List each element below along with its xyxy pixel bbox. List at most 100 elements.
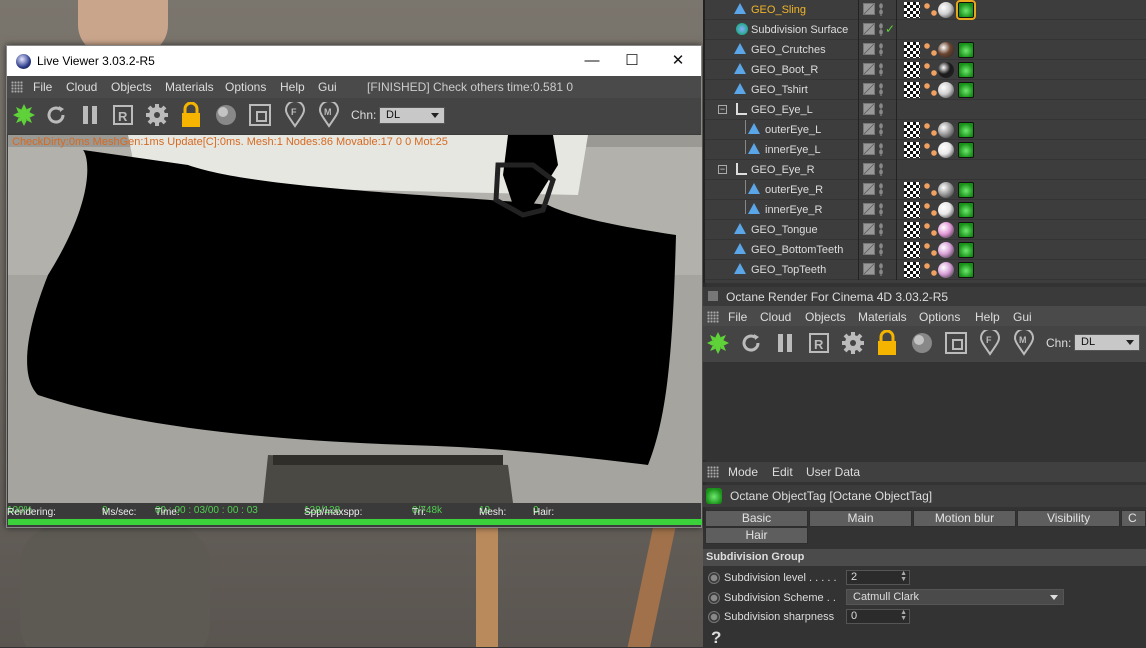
grip-icon[interactable]: [707, 466, 719, 478]
material-tag-icon[interactable]: [938, 62, 954, 78]
visibility-dots-icon[interactable]: [879, 143, 883, 156]
grip-icon[interactable]: [707, 311, 719, 323]
visibility-dots-icon[interactable]: [879, 183, 883, 196]
visibility-dots-icon[interactable]: [879, 3, 883, 16]
grip-icon[interactable]: [11, 81, 23, 93]
object-row[interactable]: GEO_TopTeeth: [705, 260, 1146, 280]
object-name[interactable]: innerEye_R: [765, 204, 822, 216]
octane-object-tag-icon[interactable]: [958, 262, 974, 278]
visibility-dots-icon[interactable]: [879, 263, 883, 276]
restart-icon[interactable]: [43, 102, 69, 128]
tab-basic[interactable]: Basic: [705, 510, 808, 527]
visibility-dots-icon[interactable]: [879, 103, 883, 116]
layer-icon[interactable]: [863, 143, 875, 155]
object-name[interactable]: GEO_Boot_R: [751, 64, 818, 76]
channel-select[interactable]: DL: [379, 107, 445, 124]
layer-icon[interactable]: [863, 123, 875, 135]
layer-icon[interactable]: [863, 263, 875, 275]
object-row[interactable]: − GEO_Eye_R: [705, 160, 1146, 180]
channel-select[interactable]: DL: [1074, 334, 1140, 351]
compositing-tag-icon[interactable]: [923, 42, 939, 58]
texture-tag-icon[interactable]: [904, 262, 920, 278]
stepper-arrows-icon[interactable]: ▲ ▼: [900, 570, 907, 583]
minimize-button[interactable]: —: [572, 50, 612, 72]
render-view[interactable]: CheckDirty:0ms MeshGen:1ms Update[C]:0ms…: [8, 135, 702, 503]
octane-object-tag-icon[interactable]: [958, 202, 974, 218]
octane-object-tag-icon[interactable]: [958, 42, 974, 58]
object-name[interactable]: Subdivision Surface: [751, 24, 848, 36]
menu-objects[interactable]: Objects: [111, 80, 152, 94]
menu-options[interactable]: Options: [225, 80, 266, 94]
pin-m-icon[interactable]: M: [1011, 330, 1037, 356]
texture-tag-icon[interactable]: [904, 202, 920, 218]
material-tag-icon[interactable]: [938, 42, 954, 58]
oc-menu-options[interactable]: Options: [919, 310, 960, 324]
layer-icon[interactable]: [863, 103, 875, 115]
layer-icon[interactable]: [863, 243, 875, 255]
octane-object-tag-icon[interactable]: [958, 222, 974, 238]
object-name[interactable]: GEO_Tshirt: [751, 84, 808, 96]
texture-tag-icon[interactable]: [904, 62, 920, 78]
layer-icon[interactable]: [863, 63, 875, 75]
panel-menu-icon[interactable]: [708, 291, 718, 301]
object-row[interactable]: outerEye_L: [705, 120, 1146, 140]
close-button[interactable]: ✕: [658, 50, 698, 72]
material-tag-icon[interactable]: [938, 142, 954, 158]
texture-tag-icon[interactable]: [904, 82, 920, 98]
pin-f-icon[interactable]: F: [282, 102, 308, 128]
enabled-check-icon[interactable]: ✓: [885, 22, 895, 36]
visibility-dots-icon[interactable]: [879, 43, 883, 56]
object-name[interactable]: GEO_BottomTeeth: [751, 244, 843, 256]
subdivision-scheme-select[interactable]: Catmull Clark: [846, 589, 1064, 605]
compositing-tag-icon[interactable]: [923, 2, 939, 18]
object-name[interactable]: GEO_TopTeeth: [751, 264, 826, 276]
octane-object-tag-icon[interactable]: [956, 0, 976, 20]
texture-tag-icon[interactable]: [904, 182, 920, 198]
collapse-icon[interactable]: −: [718, 165, 727, 174]
object-name[interactable]: GEO_Eye_R: [751, 164, 815, 176]
layer-icon[interactable]: [863, 83, 875, 95]
compositing-tag-icon[interactable]: [923, 142, 939, 158]
tab-visibility[interactable]: Visibility: [1017, 510, 1120, 527]
live-viewer-window[interactable]: Live Viewer 3.03.2-R5 — ☐ ✕ File Cloud O…: [6, 45, 702, 528]
layer-icon[interactable]: [863, 3, 875, 15]
am-menu-user-data[interactable]: User Data: [806, 465, 860, 479]
compositing-tag-icon[interactable]: [923, 82, 939, 98]
subdivision-sharpness-input[interactable]: 0 ▲ ▼: [846, 609, 910, 624]
collapse-icon[interactable]: −: [718, 105, 727, 114]
region-render-icon[interactable]: R: [806, 330, 832, 356]
material-tag-icon[interactable]: [938, 222, 954, 238]
pin-m-icon[interactable]: M: [316, 102, 342, 128]
material-tag-icon[interactable]: [938, 2, 954, 18]
texture-tag-icon[interactable]: [904, 242, 920, 258]
layer-icon[interactable]: [863, 23, 875, 35]
octane-logo-icon[interactable]: [705, 330, 731, 356]
compositing-tag-icon[interactable]: [923, 62, 939, 78]
animate-radio-icon[interactable]: [708, 592, 720, 604]
pause-icon[interactable]: [77, 102, 103, 128]
visibility-dots-icon[interactable]: [879, 203, 883, 216]
texture-tag-icon[interactable]: [904, 142, 920, 158]
object-row[interactable]: Subdivision Surface ✓: [705, 20, 1146, 40]
layer-icon[interactable]: [863, 223, 875, 235]
oc-menu-objects[interactable]: Objects: [805, 310, 846, 324]
material-sphere-icon[interactable]: [213, 102, 239, 128]
object-row[interactable]: GEO_BottomTeeth: [705, 240, 1146, 260]
visibility-dots-icon[interactable]: [879, 83, 883, 96]
visibility-dots-icon[interactable]: [879, 223, 883, 236]
octane-object-tag-icon[interactable]: [958, 142, 974, 158]
layer-icon[interactable]: [863, 183, 875, 195]
layer-icon[interactable]: [863, 163, 875, 175]
material-tag-icon[interactable]: [938, 182, 954, 198]
octane-object-tag-icon[interactable]: [958, 242, 974, 258]
live-viewer-titlebar[interactable]: Live Viewer 3.03.2-R5 — ☐ ✕: [7, 46, 701, 76]
object-row[interactable]: innerEye_L: [705, 140, 1146, 160]
object-name[interactable]: innerEye_L: [765, 144, 821, 156]
object-name[interactable]: outerEye_R: [765, 184, 823, 196]
settings-gear-icon[interactable]: [840, 330, 866, 356]
material-sphere-icon[interactable]: [909, 330, 935, 356]
texture-tag-icon[interactable]: [904, 2, 920, 18]
animate-radio-icon[interactable]: [708, 572, 720, 584]
visibility-dots-icon[interactable]: [879, 123, 883, 136]
tab-main[interactable]: Main: [809, 510, 912, 527]
